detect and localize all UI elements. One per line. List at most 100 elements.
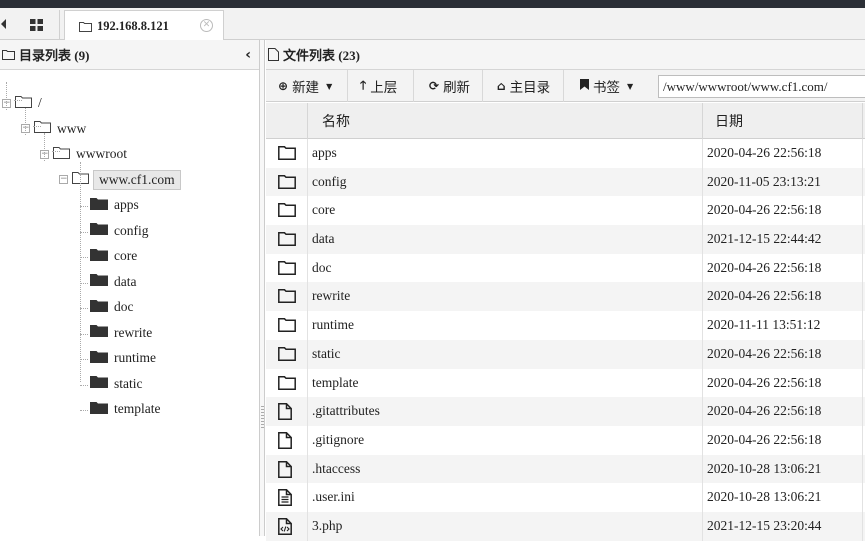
tree-node[interactable]: core (90, 245, 137, 267)
file-name[interactable]: template (312, 369, 358, 397)
file-name[interactable]: runtime (312, 311, 354, 339)
file-name[interactable]: data (312, 225, 335, 253)
home-button-label: 主目录 (509, 80, 551, 95)
column-divider (862, 368, 863, 398)
arrow-up-icon: 🡑 (360, 77, 367, 92)
column-divider (702, 139, 703, 168)
tree-node[interactable]: template (90, 398, 160, 420)
folder-outline-icon (278, 145, 296, 161)
bookmark-button[interactable]: 书签 ▼ (572, 70, 652, 102)
new-button[interactable]: ⊕ 新建 ▼ (270, 70, 348, 102)
folder-outline-icon (278, 231, 296, 247)
column-divider (862, 253, 863, 283)
file-name[interactable]: core (312, 196, 335, 224)
column-divider (702, 225, 703, 254)
tree-node[interactable]: − / (2, 92, 42, 114)
refresh-button-label: 刷新 (443, 80, 471, 95)
column-divider (702, 425, 703, 455)
tree-node-label: rewrite (114, 324, 153, 340)
tree-node-label: config (114, 222, 149, 238)
file-name[interactable]: .user.ini (312, 483, 355, 511)
file-name[interactable]: doc (312, 254, 332, 282)
splitter-grip-icon[interactable] (261, 406, 264, 430)
folder-outline-icon (53, 146, 70, 163)
column-divider (862, 311, 863, 340)
file-name[interactable]: config (312, 168, 347, 196)
tree-node[interactable]: config (90, 220, 149, 242)
table-row[interactable]: .htaccess 2020-10-28 13:06:21 (266, 454, 865, 484)
collapse-toggle-icon[interactable]: − (59, 175, 68, 184)
tree-node[interactable]: static (90, 373, 143, 395)
tree-node[interactable]: runtime (90, 347, 156, 369)
collapse-panel-icon[interactable]: ‹ (245, 47, 251, 63)
table-row[interactable]: 3.php 2021-12-15 23:20:44 (266, 511, 865, 541)
tree-node-label: wwwroot (76, 146, 127, 161)
path-input[interactable] (658, 75, 865, 98)
column-divider (307, 225, 308, 254)
tree-node[interactable]: doc (90, 296, 134, 318)
folder-outline-icon (278, 202, 296, 218)
refresh-icon: ⟳ (429, 79, 440, 93)
file-name[interactable]: .gitignore (312, 426, 364, 454)
column-divider (307, 425, 308, 455)
folder-outline-icon (79, 21, 92, 32)
tree-node[interactable]: − wwwroot (40, 143, 127, 165)
tree-node[interactable]: apps (90, 194, 139, 216)
table-row[interactable]: .user.ini 2020-10-28 13:06:21 (266, 483, 865, 512)
tree-node[interactable]: − www (21, 118, 86, 140)
folder-icon (90, 401, 108, 418)
file-name[interactable]: rewrite (312, 282, 350, 310)
bookmark-button-label: 书签 (593, 80, 620, 95)
file-name[interactable]: static (312, 340, 341, 368)
tree-node-label: apps (114, 197, 139, 212)
table-row[interactable]: runtime 2020-11-11 13:51:12 (266, 311, 865, 340)
tab-home[interactable] (14, 10, 60, 40)
tab-scroll-left-icon[interactable] (0, 18, 8, 30)
panel-splitter[interactable] (260, 40, 265, 536)
tree-guide-line (33, 126, 41, 127)
file-name[interactable]: .htaccess (312, 455, 360, 483)
tree-node[interactable]: data (90, 271, 137, 293)
tree-guide-line (44, 133, 45, 161)
table-row[interactable]: doc 2020-04-26 22:56:18 (266, 253, 865, 283)
table-row[interactable]: template 2020-04-26 22:56:18 (266, 368, 865, 398)
tab-host[interactable]: 192.168.8.121 ✕ (64, 10, 224, 41)
column-divider (702, 253, 703, 283)
folder-icon (90, 324, 108, 341)
column-divider (862, 225, 863, 254)
tab-close-icon[interactable]: ✕ (200, 19, 213, 32)
tree-node-label: static (114, 375, 143, 391)
column-divider (307, 139, 308, 168)
column-divider (862, 339, 863, 369)
folder-icon (90, 248, 108, 265)
table-row[interactable]: config 2020-11-05 23:13:21 (266, 167, 865, 197)
column-divider (862, 167, 863, 197)
table-row[interactable]: data 2021-12-15 22:44:42 (266, 225, 865, 254)
tree-node[interactable]: rewrite (90, 322, 152, 344)
column-divider (307, 397, 308, 426)
table-row[interactable]: apps 2020-04-26 22:56:18 (266, 139, 865, 168)
up-button[interactable]: 🡑 上层 (352, 70, 414, 102)
file-name[interactable]: apps (312, 139, 337, 167)
tree-node-label: / (38, 95, 42, 110)
tree-node[interactable]: − www.cf1.com (59, 169, 181, 191)
table-row[interactable]: .gitattributes 2020-04-26 22:56:18 (266, 397, 865, 426)
tree-guide-line (14, 100, 22, 101)
folder-outline-icon (2, 50, 15, 60)
file-name[interactable]: .gitattributes (312, 397, 380, 425)
text-file-icon (278, 489, 296, 507)
file-date: 2020-04-26 22:56:18 (707, 145, 822, 160)
tree-guide-line (25, 108, 26, 135)
date-column-header[interactable]: 日期 (702, 103, 862, 139)
table-row[interactable]: static 2020-04-26 22:56:18 (266, 339, 865, 369)
refresh-button[interactable]: ⟳ 刷新 (421, 70, 483, 102)
name-column-header[interactable]: 名称 (307, 103, 702, 139)
folder-icon (90, 222, 108, 239)
table-row[interactable]: core 2020-04-26 22:56:18 (266, 196, 865, 226)
folder-outline-icon (278, 375, 296, 391)
table-row[interactable]: rewrite 2020-04-26 22:56:18 (266, 282, 865, 312)
column-divider (862, 139, 863, 168)
table-row[interactable]: .gitignore 2020-04-26 22:56:18 (266, 425, 865, 455)
home-button[interactable]: ⌂ 主目录 (489, 70, 564, 102)
file-date: 2020-04-26 22:56:18 (707, 431, 822, 447)
